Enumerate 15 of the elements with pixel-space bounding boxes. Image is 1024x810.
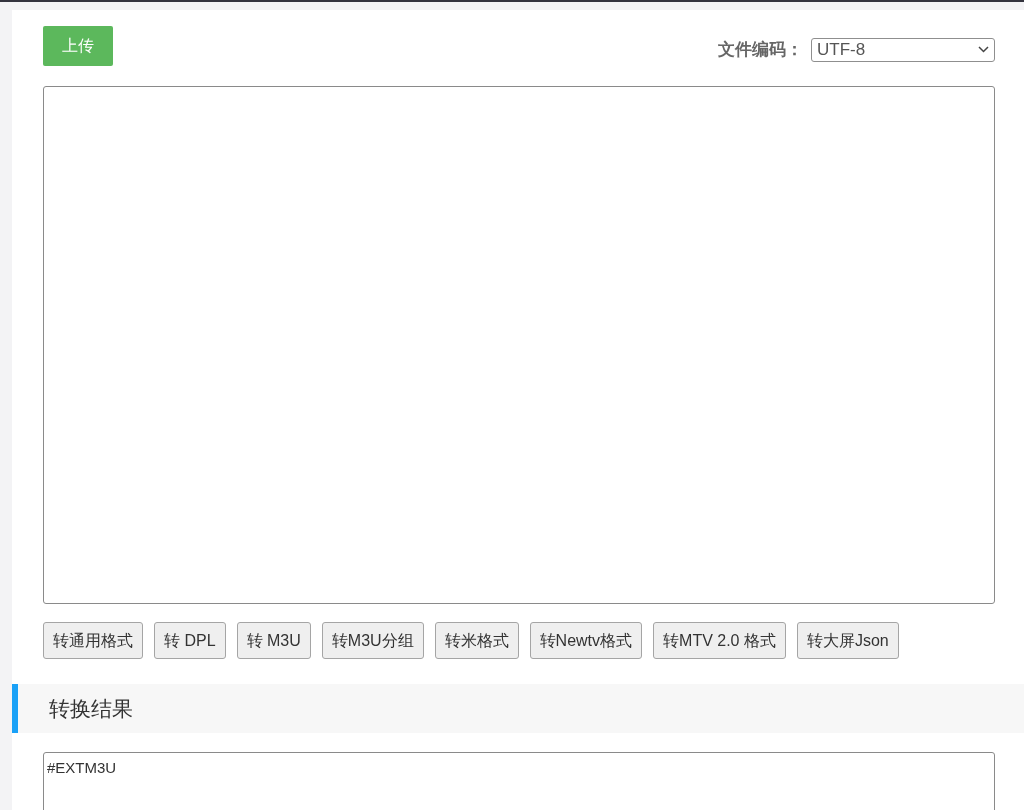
convert-button[interactable]: 转大屏Json: [796, 622, 899, 659]
section-title: 转换结果: [49, 695, 133, 722]
convert-button[interactable]: 转Newtv格式: [529, 622, 643, 659]
convert-button[interactable]: 转M3U分组: [321, 622, 424, 659]
convert-button[interactable]: 转MTV 2.0 格式: [653, 622, 786, 659]
encoding-label: 文件编码：: [718, 39, 803, 61]
input-textarea[interactable]: [43, 86, 995, 604]
convert-button[interactable]: 转 M3U: [236, 622, 311, 659]
chevron-down-icon: [978, 46, 989, 54]
convert-button[interactable]: 转米格式: [434, 622, 519, 659]
convert-button[interactable]: 转通用格式: [43, 622, 143, 659]
accent-bar-icon: [12, 684, 18, 733]
encoding-select[interactable]: UTF-8: [811, 37, 995, 62]
output-textarea[interactable]: #EXTM3U: [43, 752, 995, 810]
convert-button[interactable]: 转 DPL: [154, 622, 226, 659]
